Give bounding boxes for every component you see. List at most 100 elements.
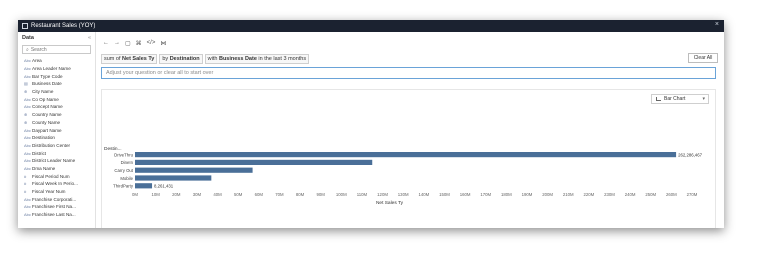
field-name: Franchisee Last Na... bbox=[32, 212, 76, 218]
query-dimension-chip[interactable]: by Destination bbox=[159, 54, 203, 64]
field-name: Area bbox=[32, 58, 42, 64]
field-item[interactable]: ▤ Business Date bbox=[24, 80, 95, 88]
category-label: Carry Out bbox=[114, 168, 133, 173]
x-tick-label: 270M bbox=[687, 192, 698, 197]
collapse-icon[interactable]: « bbox=[88, 35, 91, 41]
x-tick-label: 150M bbox=[439, 192, 450, 197]
x-tick-label: 160M bbox=[460, 192, 471, 197]
field-type-icon: Abc bbox=[24, 196, 31, 202]
x-tick-label: 170M bbox=[480, 192, 491, 197]
field-name: District bbox=[32, 150, 47, 156]
field-search-input[interactable]: ⌕ Search bbox=[22, 45, 91, 54]
question-input[interactable]: Adjust your question or clear all to sta… bbox=[101, 67, 716, 79]
x-tick-label: 250M bbox=[645, 192, 656, 197]
field-item[interactable]: # Fiscal Year Num bbox=[24, 188, 95, 196]
x-tick-label: 0M bbox=[132, 192, 138, 197]
field-item[interactable]: Abc Area Leader Name bbox=[24, 65, 95, 73]
field-name: Daypart Name bbox=[32, 127, 62, 133]
field-type-icon: Abc bbox=[24, 165, 31, 171]
field-item[interactable]: Abc Bar Type Code bbox=[24, 72, 95, 80]
x-tick-label: 260M bbox=[666, 192, 677, 197]
embed-icon[interactable]: </> bbox=[147, 40, 156, 46]
field-item[interactable]: # Fiscal Period Num bbox=[24, 172, 95, 180]
field-name: Business Date bbox=[32, 81, 62, 87]
field-item[interactable]: Abc Dma Name bbox=[24, 165, 95, 173]
x-tick-label: 70M bbox=[275, 192, 284, 197]
field-type-icon: Abc bbox=[24, 158, 31, 164]
field-type-icon: ▤ bbox=[24, 81, 28, 87]
close-icon[interactable]: × bbox=[715, 21, 719, 28]
field-item[interactable]: Abc Daypart Name bbox=[24, 126, 95, 134]
field-name: Franchisee First Na... bbox=[32, 204, 76, 210]
field-type-icon: ⊕ bbox=[24, 119, 28, 125]
data-label: 262,286,467 bbox=[678, 152, 703, 157]
window-title: Restaurant Sales (YOY) bbox=[31, 23, 96, 29]
present-icon[interactable]: ▢ bbox=[125, 40, 131, 47]
field-item[interactable]: Abc Franchise Corporati... bbox=[24, 195, 95, 203]
field-name: Fiscal Week In Perio... bbox=[32, 181, 78, 187]
link-icon[interactable]: ⋈ bbox=[160, 40, 166, 47]
share-icon[interactable]: ⌘ bbox=[136, 40, 142, 47]
field-name: Fiscal Period Num bbox=[32, 173, 70, 179]
field-item[interactable]: Abc District Leader Name bbox=[24, 157, 95, 165]
field-name: Area Leader Name bbox=[32, 66, 71, 72]
field-type-icon: Abc bbox=[24, 104, 31, 110]
bar bbox=[135, 175, 212, 181]
category-label: Mobile bbox=[120, 176, 133, 181]
x-axis-title: Net Sales Ty bbox=[376, 200, 404, 206]
field-type-icon: # bbox=[24, 173, 27, 179]
x-tick-label: 180M bbox=[501, 192, 512, 197]
field-name: Concept Name bbox=[32, 104, 63, 110]
x-tick-label: 10M bbox=[151, 192, 160, 197]
field-item[interactable]: Abc Franchisee First Na... bbox=[24, 203, 95, 211]
field-item[interactable]: Abc Co Op Name bbox=[24, 95, 95, 103]
forward-icon[interactable]: → bbox=[114, 40, 120, 46]
field-type-icon: Abc bbox=[24, 96, 31, 102]
field-type-icon: Abc bbox=[24, 58, 31, 64]
x-tick-label: 50M bbox=[234, 192, 243, 197]
field-name: Distribution Center bbox=[32, 142, 71, 148]
x-tick-label: 240M bbox=[625, 192, 636, 197]
field-item[interactable]: ⊕ City Name bbox=[24, 88, 95, 96]
query-builder: sum of Net Sales Ty by Destination with … bbox=[101, 54, 311, 64]
x-tick-label: 200M bbox=[542, 192, 553, 197]
field-name: Country Name bbox=[32, 112, 62, 118]
field-item[interactable]: Abc Concept Name bbox=[24, 103, 95, 111]
field-type-icon: Abc bbox=[24, 135, 31, 141]
bar bbox=[135, 159, 373, 165]
field-item[interactable]: Abc District bbox=[24, 149, 95, 157]
field-item[interactable]: Abc Franchisee Last Na... bbox=[24, 211, 95, 219]
field-name: Co Op Name bbox=[32, 96, 59, 102]
field-item[interactable]: ⊕ County Name bbox=[24, 119, 95, 127]
field-item[interactable]: Abc Destination bbox=[24, 134, 95, 142]
back-icon[interactable]: ← bbox=[103, 40, 109, 46]
clear-all-button[interactable]: Clear All bbox=[688, 53, 718, 63]
sidebar-header: Data « bbox=[18, 32, 95, 44]
x-tick-label: 80M bbox=[296, 192, 305, 197]
field-type-icon: Abc bbox=[24, 212, 31, 218]
field-item[interactable]: Abc Area bbox=[24, 57, 95, 65]
field-item[interactable]: ⊕ Country Name bbox=[24, 111, 95, 119]
field-type-icon: Abc bbox=[24, 66, 31, 72]
query-filter-chip[interactable]: with Business Date in the last 3 months bbox=[204, 54, 310, 64]
x-tick-label: 210M bbox=[563, 192, 574, 197]
search-icon: ⌕ bbox=[26, 46, 29, 53]
field-name: Fiscal Year Num bbox=[32, 189, 66, 195]
bar bbox=[135, 167, 253, 173]
field-type-icon: Abc bbox=[24, 150, 31, 156]
x-tick-label: 190M bbox=[522, 192, 533, 197]
bar bbox=[135, 152, 677, 158]
bar bbox=[135, 183, 153, 189]
x-tick-label: 20M bbox=[172, 192, 181, 197]
field-item[interactable]: Abc Distribution Center bbox=[24, 142, 95, 150]
x-tick-label: 140M bbox=[418, 192, 429, 197]
data-sidebar: Data « ⌕ Search Abc Area Abc Area Leader Na… bbox=[18, 32, 96, 228]
app-icon bbox=[22, 23, 28, 29]
category-label: ThirdParty bbox=[113, 184, 134, 189]
x-tick-label: 110M bbox=[357, 192, 368, 197]
field-name: Franchise Corporati... bbox=[32, 196, 77, 202]
x-tick-label: 30M bbox=[193, 192, 202, 197]
query-measure-chip[interactable]: sum of Net Sales Ty bbox=[101, 54, 158, 64]
x-tick-label: 90M bbox=[316, 192, 325, 197]
field-item[interactable]: # Fiscal Week In Perio... bbox=[24, 180, 95, 188]
